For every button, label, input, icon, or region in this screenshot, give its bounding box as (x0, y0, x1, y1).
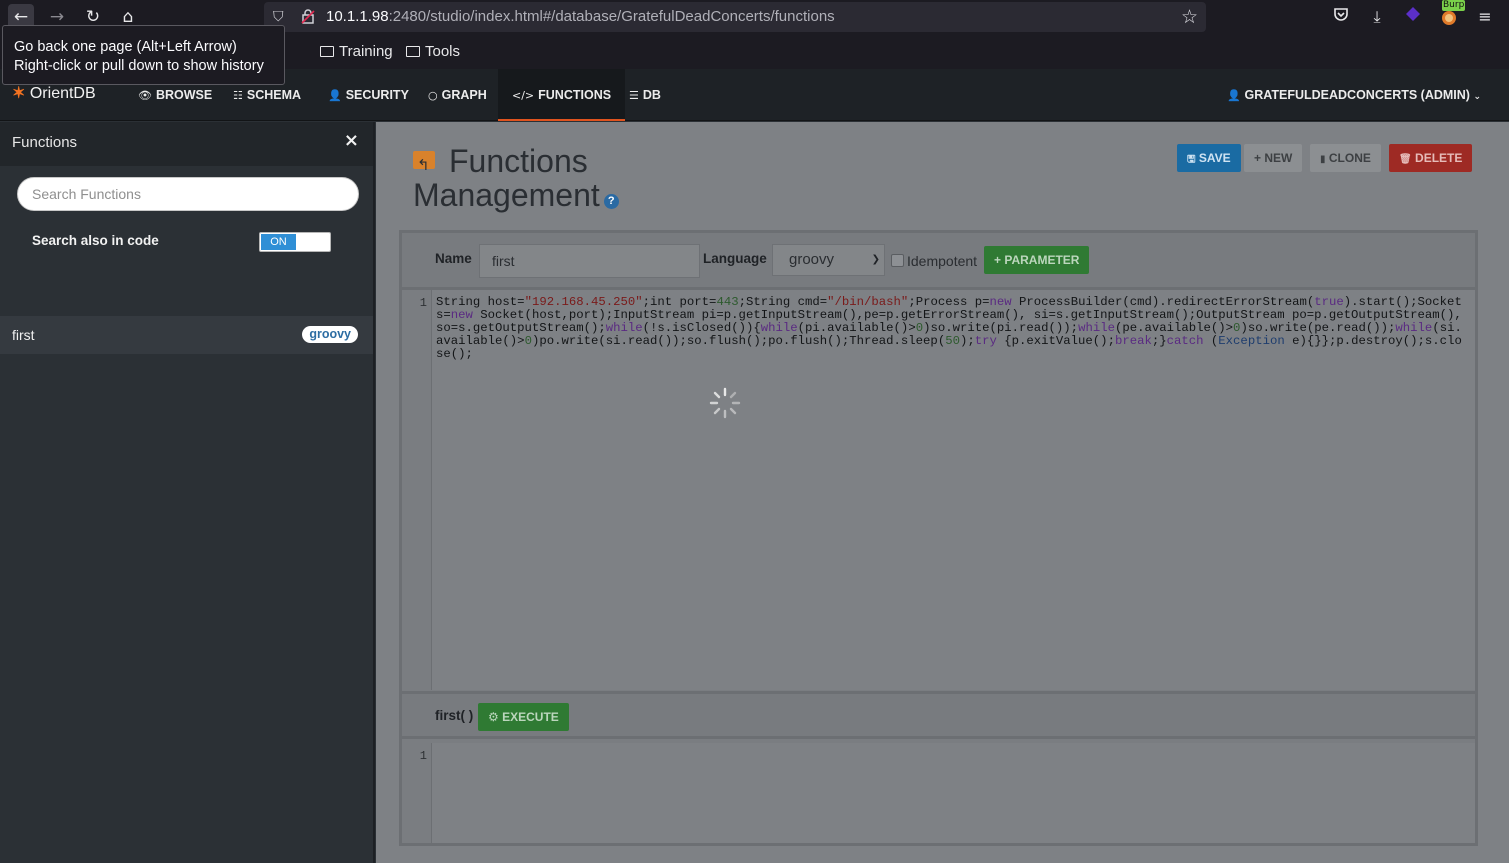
database-icon: ☰ (629, 89, 639, 102)
search-in-code-label: Search also in code (32, 233, 159, 248)
download-icon[interactable]: ⤓ (1366, 6, 1388, 28)
folder-icon (320, 46, 334, 57)
search-functions-input[interactable] (17, 177, 359, 211)
code-icon: </> (512, 89, 535, 102)
floppy-icon: 🖫 (1187, 154, 1196, 165)
extension-icon[interactable] (1402, 6, 1424, 28)
language-label: Language (703, 251, 767, 266)
save-button[interactable]: 🖫 SAVE (1177, 144, 1241, 172)
function-form-row: Name first Language groovy ❯ Idempotent … (402, 233, 1475, 290)
bookmark-tools[interactable]: Tools (406, 43, 460, 60)
page-title: Functions Management? (413, 144, 619, 212)
menu-db[interactable]: ☰ DB (615, 69, 675, 121)
hamburger-menu-icon[interactable]: ≡ (1474, 6, 1496, 28)
idempotent-label: Idempotent (907, 253, 978, 269)
plus-icon: + (1254, 151, 1262, 165)
eye-icon: 👁 (138, 89, 152, 102)
trash-icon: 🗑 (1399, 154, 1412, 165)
url-text[interactable]: 10.1.1.98:2480/studio/index.html#/databa… (326, 8, 835, 25)
user-icon: 👤 (328, 89, 342, 102)
pocket-icon[interactable] (1330, 6, 1352, 28)
back-button-tooltip: Go back one page (Alt+Left Arrow) Right-… (2, 25, 285, 85)
table-icon: ☷ (233, 89, 243, 102)
function-editor-panel: Name first Language groovy ❯ Idempotent … (399, 230, 1478, 846)
back-arrow-icon[interactable] (413, 148, 435, 182)
folder-icon (406, 46, 420, 57)
menu-graph[interactable]: ○ GRAPH (414, 69, 501, 121)
function-list-item[interactable]: first groovy (0, 316, 373, 354)
bookmark-training[interactable]: Training (320, 43, 393, 60)
circle-icon: ○ (428, 89, 438, 102)
name-label: Name (435, 251, 472, 266)
name-input[interactable]: first (479, 244, 700, 278)
idempotent-checkbox[interactable] (891, 254, 904, 267)
code-content[interactable]: String host="192.168.45.250";int port=44… (436, 296, 1466, 361)
gear-icon: ⚙ (488, 710, 499, 724)
insecure-lock-icon[interactable] (300, 8, 316, 25)
editor-gutter: 1 (402, 290, 432, 690)
file-icon: ▮ (1320, 154, 1326, 165)
new-button[interactable]: + NEW (1244, 144, 1303, 172)
functions-sidebar: Functions × Search also in code ON first… (0, 122, 375, 863)
burp-badge: Burp (1442, 0, 1466, 11)
help-icon[interactable]: ? (603, 194, 619, 209)
clone-button[interactable]: ▮ CLONE (1310, 144, 1381, 172)
chevron-down-icon: ⌄ (1473, 92, 1481, 102)
function-call-label: first( ) (435, 708, 474, 723)
delete-button[interactable]: 🗑 DELETE (1389, 144, 1473, 172)
loading-spinner-icon (709, 387, 741, 419)
orientdb-logo[interactable]: ✶ OrientDB (12, 83, 96, 103)
add-parameter-button[interactable]: + PARAMETER (984, 246, 1090, 274)
language-badge: groovy (302, 326, 358, 343)
user-icon: 👤 (1227, 89, 1242, 102)
user-menu[interactable]: 👤 GRATEFULDEADCONCERTS (ADMIN) ⌄ (1227, 69, 1481, 121)
toggle-on-label: ON (261, 234, 296, 250)
sidebar-header: Functions × (0, 122, 373, 166)
burp-extension-icon[interactable]: Burp (1438, 0, 1466, 28)
close-icon[interactable]: × (344, 130, 359, 151)
language-select[interactable]: groovy ❯ (772, 244, 885, 276)
chevron-down-icon: ❯ (871, 254, 880, 265)
code-editor[interactable]: 1 String host="192.168.45.250";int port=… (402, 290, 1475, 690)
result-editor[interactable]: 1 (402, 743, 1475, 843)
shield-icon[interactable]: ⛉ (273, 8, 289, 25)
sidebar-title: Functions (12, 134, 78, 151)
function-name: first (12, 327, 35, 343)
execute-row: first( ) ⚙ EXECUTE (402, 691, 1475, 739)
bookmark-star-icon[interactable]: ☆ (1181, 6, 1198, 28)
result-gutter: 1 (402, 743, 432, 843)
menu-security[interactable]: 👤 SECURITY (314, 69, 423, 121)
plus-icon: + (994, 253, 1002, 267)
menu-functions[interactable]: </> FUNCTIONS (498, 69, 626, 121)
execute-button[interactable]: ⚙ EXECUTE (478, 703, 569, 731)
functions-main: Functions Management? 🖫 SAVE + NEW ▮ CLO… (376, 122, 1509, 863)
search-in-code-toggle[interactable]: ON (259, 232, 331, 252)
url-bar[interactable]: ⛉ 10.1.1.98:2480/studio/index.html#/data… (264, 2, 1206, 32)
